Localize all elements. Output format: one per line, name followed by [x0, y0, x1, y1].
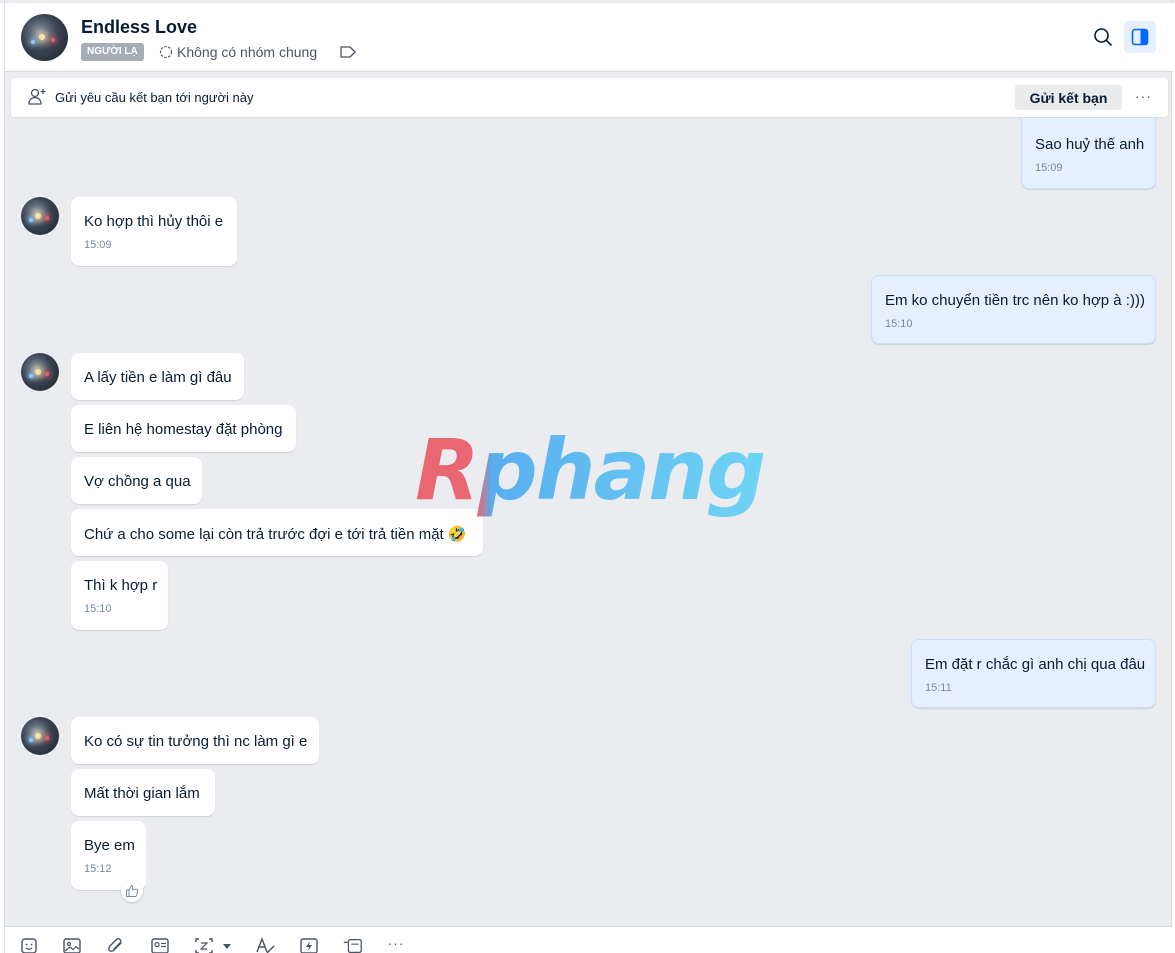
- group-circle-icon: [159, 45, 173, 59]
- search-icon[interactable]: [1093, 27, 1113, 47]
- message-text: Mất thời gian lắm: [84, 785, 200, 802]
- message-text: Em ko chuyển tiền trc nên ko hợp à :))): [885, 292, 1145, 309]
- message-bubble[interactable]: Vợ chồng a qua: [71, 457, 202, 504]
- message-time: 15:09: [84, 239, 112, 251]
- message-bubble[interactable]: Em ko chuyển tiền trc nên ko hợp à :))) …: [871, 275, 1156, 344]
- quick-message-icon[interactable]: [298, 937, 320, 953]
- send-friend-request-button[interactable]: Gửi kết bạn: [1015, 85, 1122, 110]
- message-text: Thì k hợp r: [84, 577, 158, 594]
- message-bubble[interactable]: Ko có sự tin tưởng thì nc làm gì e: [71, 717, 319, 764]
- message-text: Sao huỷ thế anh: [1035, 136, 1145, 153]
- dropdown-icon[interactable]: [221, 937, 233, 953]
- like-reaction-icon[interactable]: [121, 880, 143, 902]
- message-text: Ko hợp thì hủy thôi e: [84, 213, 224, 230]
- message-text: E liên hệ homestay đặt phòng: [84, 421, 283, 438]
- contact-card-icon[interactable]: [149, 937, 171, 953]
- message-time: 15:10: [885, 318, 913, 330]
- friend-request-text: Gửi yêu cầu kết bạn tới người này: [55, 90, 254, 105]
- sender-avatar[interactable]: [21, 353, 59, 391]
- common-groups-info[interactable]: Không có nhóm chung: [159, 43, 317, 61]
- stranger-badge: NGƯỜI LẠ: [81, 43, 144, 61]
- message-text: A lấy tiền e làm gì đâu: [84, 369, 232, 386]
- sidebar-panel-icon: [1131, 28, 1149, 46]
- screenshot-icon[interactable]: [193, 937, 215, 953]
- message-bubble[interactable]: Ko hợp thì hủy thôi e 15:09: [71, 197, 237, 266]
- message-bubble[interactable]: A lấy tiền e làm gì đâu: [71, 353, 244, 400]
- common-groups-label: Không có nhóm chung: [177, 44, 318, 60]
- text-format-icon[interactable]: [255, 937, 277, 953]
- message-bubble[interactable]: Mất thời gian lắm: [71, 769, 215, 816]
- composer-toolbar: ···: [5, 926, 1173, 953]
- message-text: Chứ a cho some lại còn trả trước đợi e t…: [84, 526, 467, 543]
- message-bubble[interactable]: Em đặt r chắc gì anh chị qua đâu 15:11: [911, 639, 1156, 708]
- friend-request-bar: Gửi yêu cầu kết bạn tới người này Gửi kế…: [11, 78, 1168, 117]
- contact-avatar[interactable]: [21, 14, 68, 61]
- message-time: 15:09: [1035, 162, 1063, 174]
- add-user-icon: [28, 88, 46, 105]
- message-bubble[interactable]: Thì k hợp r 15:10: [71, 561, 168, 630]
- message-time: 15:11: [925, 682, 952, 694]
- message-text: Em đặt r chắc gì anh chị qua đâu: [925, 656, 1146, 673]
- message-text: Vợ chồng a qua: [84, 473, 191, 490]
- message-bubble[interactable]: Sao huỷ thế anh 15:09: [1021, 117, 1156, 189]
- more-options-icon[interactable]: ···: [1135, 88, 1152, 104]
- chat-window: Endless Love NGƯỜI LẠ Không có nhóm chun…: [4, 0, 1173, 953]
- sender-avatar[interactable]: [21, 197, 59, 235]
- more-icon[interactable]: ···: [385, 936, 407, 953]
- attachment-icon[interactable]: [105, 937, 127, 953]
- watermark-logo: Rphang: [415, 421, 766, 519]
- contact-name[interactable]: Endless Love: [81, 17, 197, 38]
- message-text: Bye em: [84, 837, 135, 854]
- image-icon[interactable]: [61, 937, 83, 953]
- sticker-icon[interactable]: [18, 937, 40, 953]
- message-text: Ko có sự tin tưởng thì nc làm gì e: [84, 733, 308, 750]
- conversation-info-toggle[interactable]: [1124, 21, 1156, 53]
- message-bubble[interactable]: E liên hệ homestay đặt phòng: [71, 405, 296, 452]
- task-icon[interactable]: [342, 937, 364, 953]
- chat-header: Endless Love NGƯỜI LẠ Không có nhóm chun…: [5, 3, 1173, 72]
- message-time: 15:10: [84, 603, 112, 615]
- message-time: 15:12: [84, 863, 112, 875]
- sender-avatar[interactable]: [21, 717, 59, 755]
- tag-icon[interactable]: [339, 45, 357, 59]
